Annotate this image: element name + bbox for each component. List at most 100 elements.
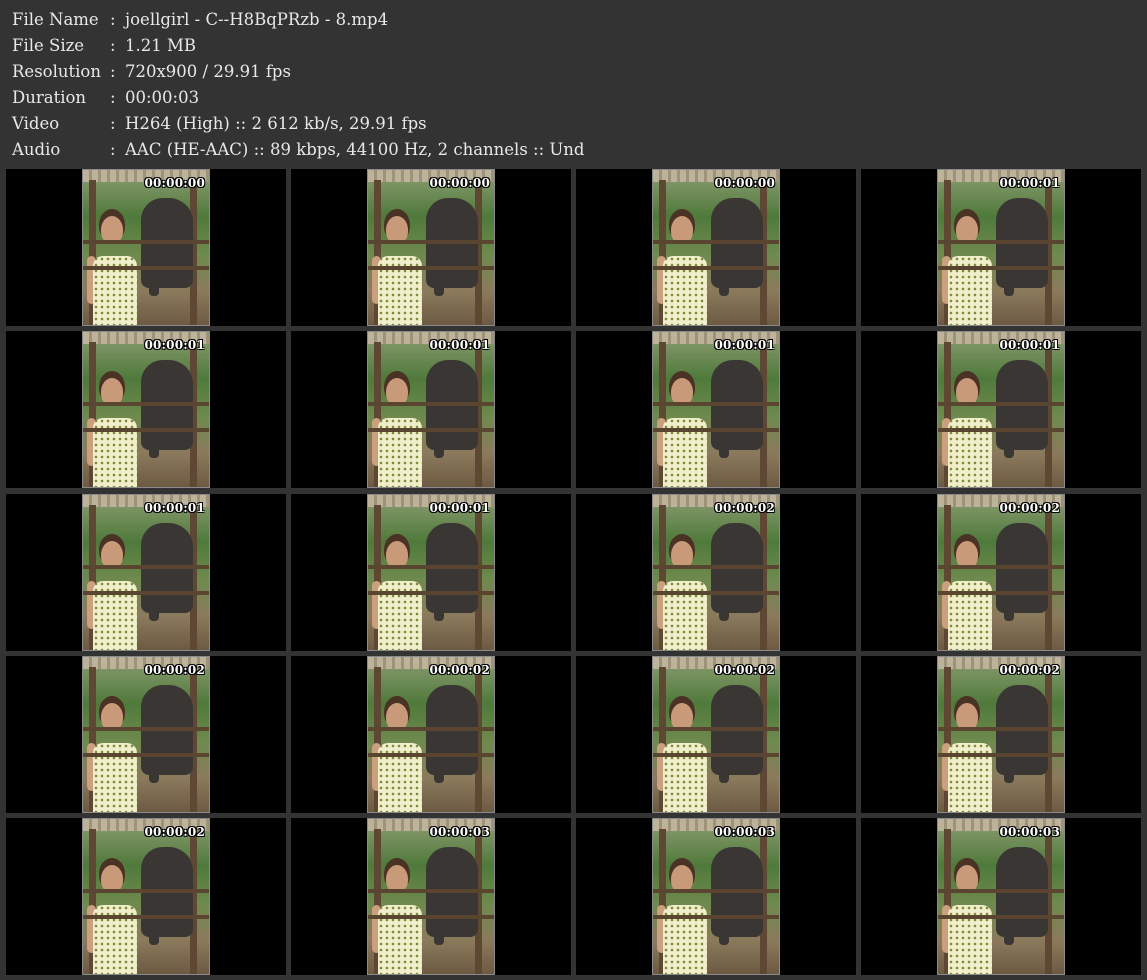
- info-value: 00:00:03: [125, 88, 200, 107]
- thumbnail-cell: 00:00:01: [861, 331, 1141, 488]
- frame-timestamp: 00:00:01: [999, 176, 1060, 190]
- fence-rail: [938, 727, 1064, 731]
- video-frame-thumbnail: 00:00:02: [937, 494, 1065, 651]
- video-frame-thumbnail: 00:00:01: [937, 169, 1065, 326]
- thumbnail-cell: 00:00:01: [861, 169, 1141, 326]
- video-frame-thumbnail: 00:00:02: [652, 656, 780, 813]
- fence-rail: [83, 428, 209, 432]
- info-value: H264 (High) :: 2 612 kb/s, 29.91 fps: [125, 114, 427, 133]
- fence-rail: [938, 753, 1064, 757]
- fence-rail: [938, 915, 1064, 919]
- fence-rail: [83, 402, 209, 406]
- frame-timestamp: 00:00:01: [429, 501, 490, 515]
- fence-rail: [368, 591, 494, 595]
- fence-rail: [938, 591, 1064, 595]
- video-frame-thumbnail: 00:00:02: [82, 818, 210, 975]
- fence-rail: [83, 727, 209, 731]
- fence-rail: [368, 428, 494, 432]
- fence-rail: [938, 565, 1064, 569]
- frame-timestamp: 00:00:02: [429, 663, 490, 677]
- info-label: File Name: [12, 10, 99, 29]
- thumbnail-cell: 00:00:03: [861, 818, 1141, 975]
- info-value: 720x900 / 29.91 fps: [125, 62, 291, 81]
- fence-rail: [368, 240, 494, 244]
- fence-rail: [83, 591, 209, 595]
- video-frame-thumbnail: 00:00:02: [82, 656, 210, 813]
- frame-timestamp: 00:00:02: [999, 663, 1060, 677]
- video-frame-thumbnail: 00:00:02: [652, 494, 780, 651]
- thumbnail-cell: 00:00:01: [576, 331, 856, 488]
- fence-rail: [653, 402, 779, 406]
- frame-timestamp: 00:00:01: [429, 338, 490, 352]
- fence-rail: [83, 915, 209, 919]
- info-value: joellgirl - C--H8BqPRzb - 8.mp4: [125, 10, 389, 29]
- fence-rail: [653, 428, 779, 432]
- fence-rail: [938, 240, 1064, 244]
- info-separator: :: [110, 62, 116, 81]
- thumbnail-cell: 00:00:01: [291, 331, 571, 488]
- fence-rail: [653, 915, 779, 919]
- thumbnail-cell: 00:00:00: [6, 169, 286, 326]
- fence-rail: [83, 753, 209, 757]
- fence-rail: [368, 266, 494, 270]
- info-value: AAC (HE-AAC) :: 89 kbps, 44100 Hz, 2 cha…: [125, 140, 585, 159]
- thumbnail-cell: 00:00:02: [861, 656, 1141, 813]
- fence-rail: [368, 753, 494, 757]
- frame-timestamp: 00:00:03: [429, 825, 490, 839]
- info-label: Duration: [12, 88, 87, 107]
- thumbnail-cell: 00:00:00: [291, 169, 571, 326]
- thumbnail-cell: 00:00:02: [291, 656, 571, 813]
- video-frame-thumbnail: 00:00:02: [937, 656, 1065, 813]
- frame-timestamp: 00:00:02: [144, 825, 205, 839]
- fence-rail: [938, 428, 1064, 432]
- thumbnail-cell: 00:00:01: [291, 494, 571, 651]
- fence-rail: [368, 727, 494, 731]
- fence-rail: [368, 565, 494, 569]
- thumbnail-cell: 00:00:03: [576, 818, 856, 975]
- frame-timestamp: 00:00:02: [714, 501, 775, 515]
- info-label: Audio: [12, 140, 61, 159]
- info-label: File Size: [12, 36, 85, 55]
- video-frame-thumbnail: 00:00:01: [937, 331, 1065, 488]
- fence-rail: [368, 402, 494, 406]
- fence-rail: [368, 915, 494, 919]
- frame-timestamp: 00:00:03: [714, 825, 775, 839]
- fence-rail: [83, 266, 209, 270]
- thumbnail-cell: 00:00:02: [576, 494, 856, 651]
- info-separator: :: [110, 36, 116, 55]
- fence-rail: [653, 591, 779, 595]
- info-label: Video: [12, 114, 60, 133]
- info-separator: :: [110, 10, 116, 29]
- video-frame-thumbnail: 00:00:01: [82, 331, 210, 488]
- fence-rail: [653, 889, 779, 893]
- frame-timestamp: 00:00:01: [714, 338, 775, 352]
- video-frame-thumbnail: 00:00:03: [652, 818, 780, 975]
- fence-rail: [83, 565, 209, 569]
- video-frame-thumbnail: 00:00:00: [652, 169, 780, 326]
- frame-timestamp: 00:00:01: [144, 501, 205, 515]
- thumbnail-cell: 00:00:01: [6, 494, 286, 651]
- fence-rail: [653, 727, 779, 731]
- frame-timestamp: 00:00:03: [999, 825, 1060, 839]
- fence-rail: [938, 402, 1064, 406]
- info-separator: :: [110, 88, 116, 107]
- frame-timestamp: 00:00:01: [999, 338, 1060, 352]
- thumbnail-cell: 00:00:01: [6, 331, 286, 488]
- fence-rail: [653, 565, 779, 569]
- fence-rail: [938, 889, 1064, 893]
- video-frame-thumbnail: 00:00:01: [652, 331, 780, 488]
- frame-timestamp: 00:00:02: [999, 501, 1060, 515]
- thumbnail-cell: 00:00:00: [576, 169, 856, 326]
- frame-timestamp: 00:00:00: [144, 176, 205, 190]
- thumbnail-cell: 00:00:02: [861, 494, 1141, 651]
- info-label: Resolution: [12, 62, 101, 81]
- thumbnail-grid: 00:00:00 00:00:00 00:00:00 00:00:01 00:00:01…: [6, 169, 1141, 975]
- thumbnail-cell: 00:00:03: [291, 818, 571, 975]
- info-separator: :: [110, 114, 116, 133]
- thumbnail-cell: 00:00:02: [6, 656, 286, 813]
- frame-timestamp: 00:00:00: [429, 176, 490, 190]
- video-frame-thumbnail: 00:00:00: [82, 169, 210, 326]
- frame-timestamp: 00:00:02: [714, 663, 775, 677]
- thumbnail-cell: 00:00:02: [576, 656, 856, 813]
- fence-rail: [653, 266, 779, 270]
